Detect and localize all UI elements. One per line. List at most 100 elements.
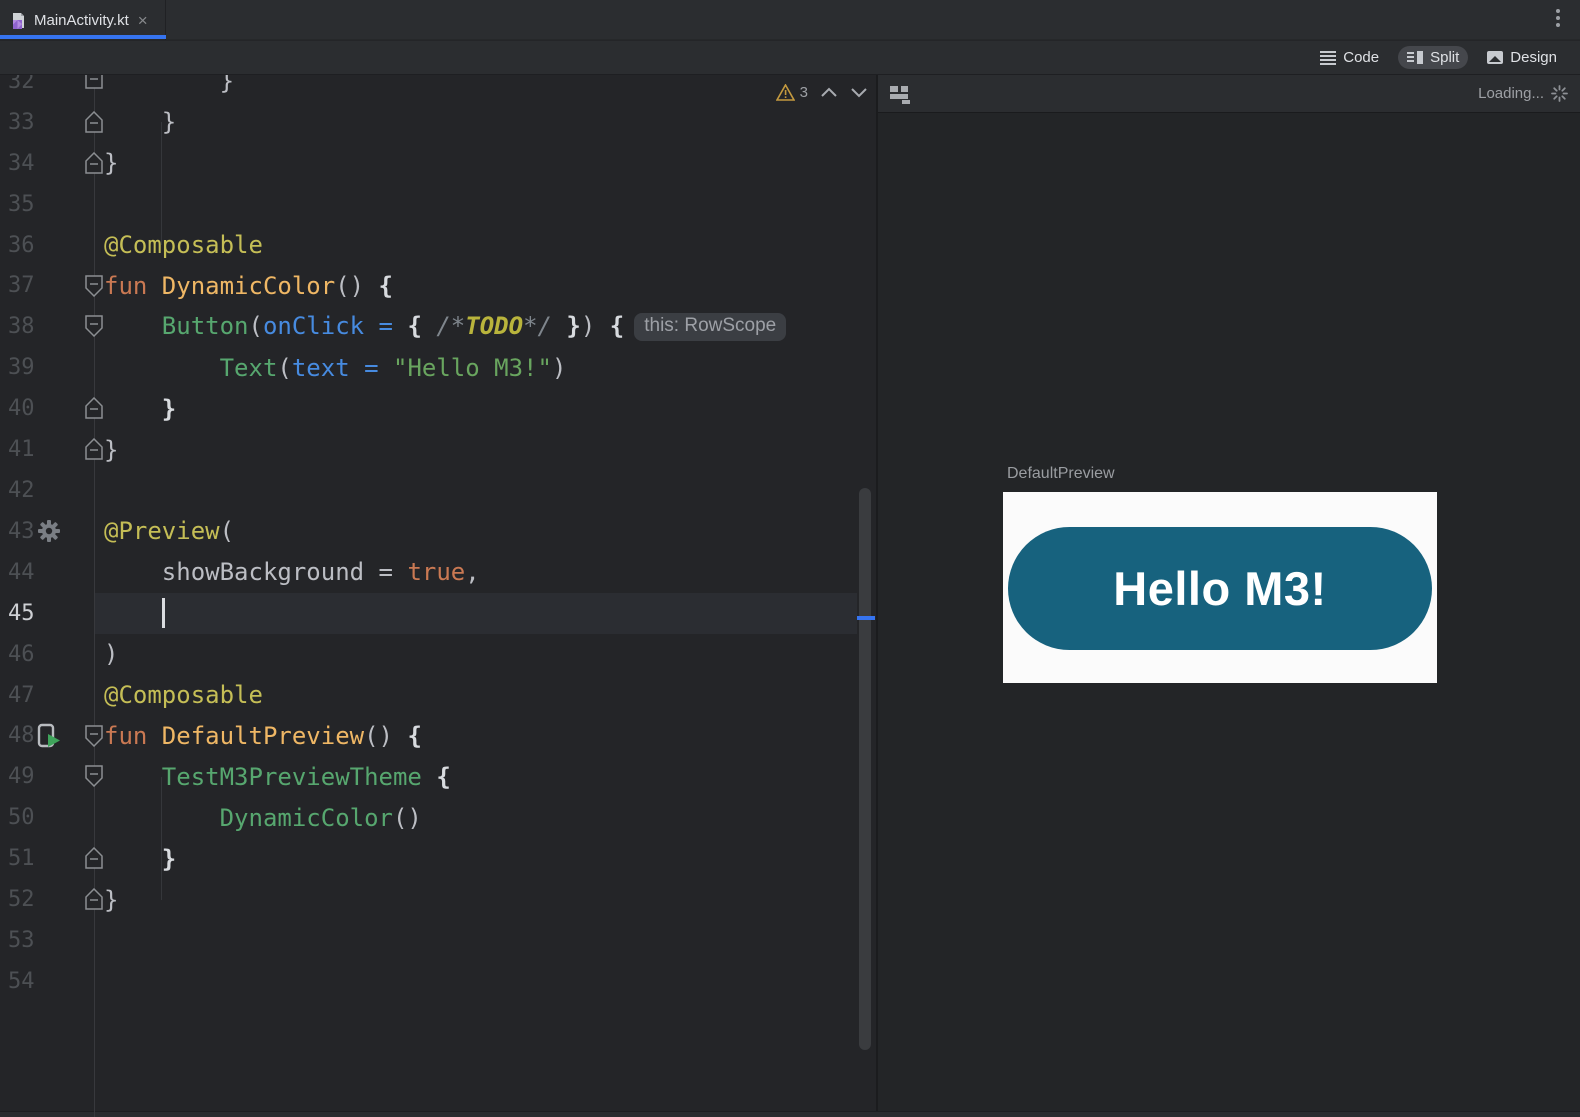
tab-close-icon[interactable]: × bbox=[138, 12, 148, 29]
code-text: } bbox=[161, 844, 177, 873]
code-line-34[interactable]: 34} bbox=[0, 143, 876, 184]
loading-spinner-icon bbox=[1551, 85, 1568, 102]
fold-end-icon[interactable] bbox=[84, 888, 104, 910]
code-text: fun DynamicColor() { bbox=[104, 271, 393, 300]
line-number: 39 bbox=[8, 355, 35, 381]
code-line-51[interactable]: 51 } bbox=[0, 838, 876, 879]
code-text: } bbox=[104, 75, 235, 96]
fold-end-icon[interactable] bbox=[84, 847, 104, 869]
ide-window: MainActivity.kt × Code Split Design 32 }… bbox=[0, 0, 1580, 1117]
kebab-icon[interactable] bbox=[1556, 9, 1560, 27]
mode-code-button[interactable]: Code bbox=[1311, 46, 1388, 69]
mode-design-button[interactable]: Design bbox=[1478, 46, 1566, 69]
code-line-35[interactable]: 35 bbox=[0, 184, 876, 225]
line-number: 36 bbox=[8, 232, 35, 258]
fold-square-icon[interactable] bbox=[84, 75, 104, 92]
code-text: Button(onClick = { /*TODO*/ }) {this: Ro… bbox=[104, 312, 787, 342]
code-line-46[interactable]: 46) bbox=[0, 634, 876, 675]
line-number: 52 bbox=[8, 887, 35, 913]
code-line-43[interactable]: 43 @Preview( bbox=[0, 511, 876, 552]
loading-label: Loading... bbox=[1478, 85, 1544, 102]
code-line-49[interactable]: 49 TestM3PreviewTheme { bbox=[0, 756, 876, 797]
mode-code-label: Code bbox=[1343, 49, 1380, 66]
line-number: 44 bbox=[8, 559, 35, 585]
code-text: } bbox=[161, 394, 177, 423]
line-number: 42 bbox=[8, 478, 35, 504]
code-text: DynamicColor() bbox=[219, 803, 422, 832]
preview-render-surface[interactable]: Hello M3! bbox=[1003, 492, 1437, 683]
code-text bbox=[104, 598, 165, 629]
line-number: 33 bbox=[8, 109, 35, 135]
view-mode-bar: Code Split Design bbox=[0, 41, 1580, 75]
preview-toolbar: Loading... bbox=[878, 75, 1580, 113]
warning-count: 3 bbox=[799, 84, 808, 101]
fold-start-icon[interactable] bbox=[84, 765, 104, 788]
rendered-button: Hello M3! bbox=[1008, 527, 1432, 650]
fold-start-icon[interactable] bbox=[84, 315, 104, 338]
line-number: 37 bbox=[8, 273, 35, 299]
preview-name-label[interactable]: DefaultPreview bbox=[1007, 465, 1115, 483]
code-line-48[interactable]: 48 fun DefaultPreview() { bbox=[0, 716, 876, 757]
run-preview-icon[interactable] bbox=[36, 723, 62, 749]
code-editor[interactable]: 32 } 33 } 34} 35 36 @Composable 37 fun DynamicC… bbox=[0, 75, 876, 1117]
next-warning-icon[interactable] bbox=[850, 87, 868, 98]
line-number: 38 bbox=[8, 314, 35, 340]
code-line-53[interactable]: 53 bbox=[0, 920, 876, 961]
code-line-41[interactable]: 41} bbox=[0, 429, 876, 470]
fold-end-icon[interactable] bbox=[84, 438, 104, 460]
code-text: @Preview( bbox=[104, 517, 235, 546]
fold-start-icon[interactable] bbox=[84, 724, 104, 747]
code-line-45[interactable]: 45 bbox=[0, 593, 876, 634]
fold-end-icon[interactable] bbox=[84, 151, 104, 174]
inspections-widget[interactable]: 3 bbox=[775, 84, 868, 101]
inlay-hint-rowscope: this: RowScope bbox=[634, 313, 787, 342]
gear-icon[interactable] bbox=[36, 518, 62, 544]
tab-label: MainActivity.kt bbox=[34, 11, 129, 29]
code-line-54[interactable]: 54 bbox=[0, 961, 876, 1002]
code-text: } bbox=[104, 149, 119, 178]
code-text: } bbox=[104, 885, 119, 914]
code-line-36[interactable]: 36 @Composable bbox=[0, 225, 876, 266]
loading-status: Loading... bbox=[1478, 85, 1568, 102]
warning-icon bbox=[775, 84, 795, 101]
line-number: 40 bbox=[8, 396, 35, 422]
fold-end-icon[interactable] bbox=[84, 110, 104, 133]
code-line-32[interactable]: 32 } bbox=[0, 75, 876, 102]
mode-split-button[interactable]: Split bbox=[1398, 46, 1469, 69]
fold-end-icon[interactable] bbox=[84, 397, 104, 419]
code-line-47[interactable]: 47 @Composable bbox=[0, 675, 876, 716]
kotlin-file-icon bbox=[13, 12, 24, 29]
text-caret bbox=[161, 598, 165, 629]
caret-stripe-marker bbox=[857, 616, 875, 620]
code-text: TestM3PreviewTheme { bbox=[161, 762, 451, 791]
code-line-33[interactable]: 33 } bbox=[0, 102, 876, 143]
code-text: Text(text = "Hello M3!") bbox=[219, 353, 567, 382]
line-number: 35 bbox=[8, 191, 35, 217]
prev-warning-icon[interactable] bbox=[820, 87, 838, 98]
code-line-38[interactable]: 38 Button(onClick = { /*TODO*/ }) {this:… bbox=[0, 306, 876, 347]
preview-panel: Loading... DefaultPreview Hello M3! bbox=[878, 75, 1580, 1117]
tab-mainactivity[interactable]: MainActivity.kt × bbox=[0, 0, 166, 40]
mode-design-label: Design bbox=[1510, 49, 1557, 66]
code-icon bbox=[1320, 50, 1337, 65]
editor-scrollbar[interactable] bbox=[859, 488, 871, 1050]
line-number: 50 bbox=[8, 805, 35, 831]
code-line-40[interactable]: 40 } bbox=[0, 388, 876, 429]
code-line-37[interactable]: 37 fun DynamicColor() { bbox=[0, 266, 876, 307]
line-number: 45 bbox=[8, 600, 35, 626]
code-line-50[interactable]: 50 DynamicColor() bbox=[0, 797, 876, 838]
layout-mode-icon[interactable] bbox=[890, 84, 912, 104]
code-text: @Composable bbox=[104, 681, 263, 710]
code-lines: 32 } 33 } 34} 35 36 @Composable 37 fun DynamicC… bbox=[0, 75, 876, 1002]
design-icon bbox=[1487, 51, 1504, 64]
code-line-44[interactable]: 44 showBackground = true, bbox=[0, 552, 876, 593]
fold-start-icon[interactable] bbox=[84, 274, 104, 297]
code-line-42[interactable]: 42 bbox=[0, 470, 876, 511]
rendered-button-text: Hello M3! bbox=[1113, 562, 1327, 615]
line-number: 47 bbox=[8, 682, 35, 708]
code-line-52[interactable]: 52} bbox=[0, 879, 876, 920]
line-number: 41 bbox=[8, 437, 35, 463]
line-number: 46 bbox=[8, 641, 35, 667]
line-number: 54 bbox=[8, 968, 35, 994]
code-line-39[interactable]: 39 Text(text = "Hello M3!") bbox=[0, 347, 876, 388]
